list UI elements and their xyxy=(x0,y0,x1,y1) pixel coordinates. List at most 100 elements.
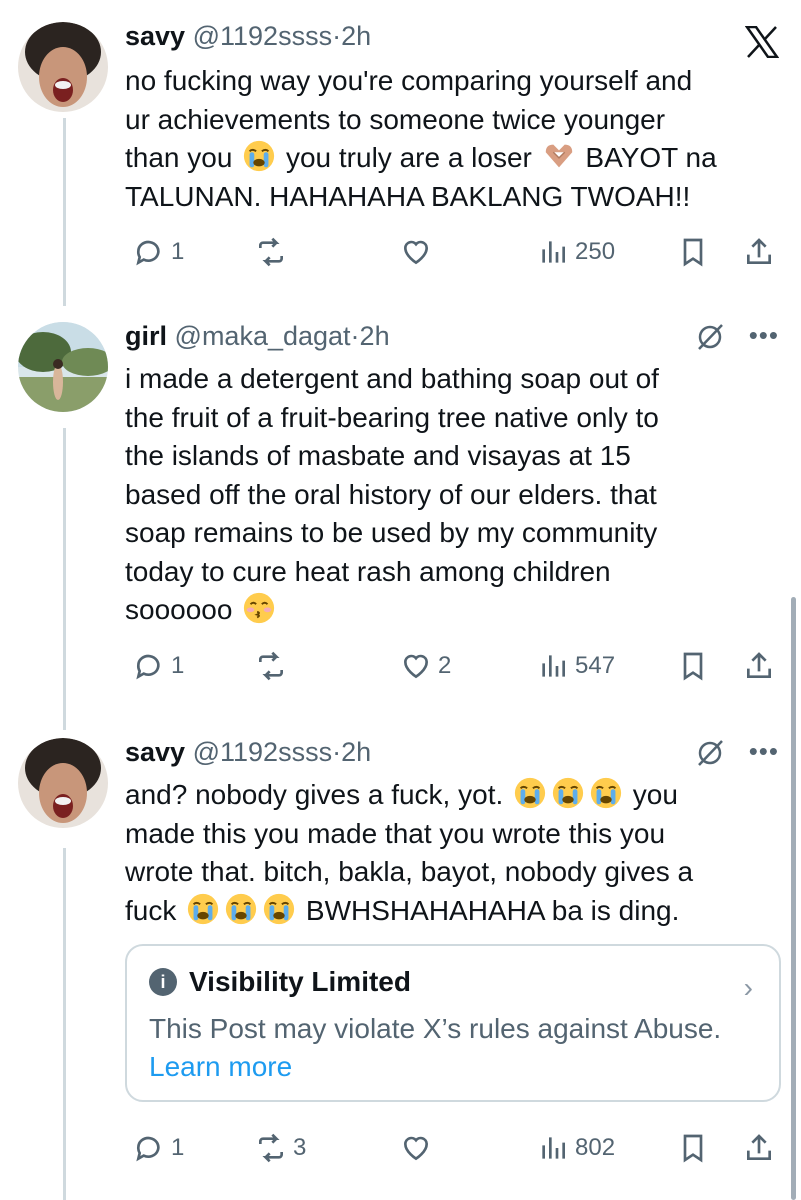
post-text-line: fuck BWHSHAHAHAHA ba is ding. xyxy=(125,892,775,931)
visibility-message: This Post may violate X’s rules against … xyxy=(149,1013,722,1044)
more-options-icon[interactable]: ••• xyxy=(749,736,779,767)
like-button[interactable]: 2 xyxy=(400,650,451,682)
visibility-title: i Visibility Limited xyxy=(149,966,411,998)
reply-button[interactable]: 1 xyxy=(133,1132,184,1164)
post-text-segment: wrote that. bitch, bakla, bayot, nobody … xyxy=(125,856,694,887)
share-icon xyxy=(747,1134,771,1160)
crying-emoji-icon xyxy=(551,776,585,810)
repost-count: 3 xyxy=(293,1134,307,1161)
bookmark-icon xyxy=(683,1134,703,1163)
views-button[interactable]: 802 xyxy=(537,1132,615,1164)
post-text: no fucking way you're comparing yourself… xyxy=(125,62,775,216)
reply-button[interactable]: 1 xyxy=(133,650,184,682)
views-button[interactable]: 547 xyxy=(537,650,615,682)
post-text-segment: made this you made that you wrote this y… xyxy=(125,817,666,849)
display-name[interactable]: girl xyxy=(125,321,167,351)
chevron-right-icon: › xyxy=(743,972,753,1003)
post-text-line: ur achievements to someone twice younger xyxy=(125,101,775,140)
display-name[interactable]: savy xyxy=(125,737,185,767)
repost-icon xyxy=(259,651,283,681)
grok-icon[interactable] xyxy=(695,322,725,357)
repost-icon xyxy=(259,237,283,267)
grok-icon[interactable] xyxy=(695,738,725,773)
reply-icon xyxy=(136,1136,160,1162)
crying-emoji-icon xyxy=(262,892,296,926)
reply-button[interactable]: 1 xyxy=(133,236,184,268)
post-text-segment: based off the oral history of our elders… xyxy=(125,478,657,510)
post[interactable]: savy @1192ssss·2h no fucking way you're … xyxy=(0,18,801,298)
learn-more-link[interactable]: Learn more xyxy=(149,1051,292,1082)
x-logo-icon[interactable] xyxy=(744,25,780,63)
post-text-segment: you truly are a loser xyxy=(278,142,540,173)
post-text-line: no fucking way you're comparing yourself… xyxy=(125,62,775,101)
crying-emoji-icon xyxy=(224,892,258,926)
post[interactable]: girl @maka_dagat·2h ••• i made a deterge… xyxy=(0,318,801,718)
repost-button[interactable] xyxy=(255,236,293,268)
user-handle[interactable]: @maka_dagat xyxy=(175,321,351,351)
views-button[interactable]: 250 xyxy=(537,236,615,268)
views-icon xyxy=(542,1137,565,1159)
post-text-segment: the fruit of a fruit-bearing tree native… xyxy=(125,401,659,433)
share-button[interactable] xyxy=(743,650,775,682)
more-options-icon[interactable]: ••• xyxy=(749,320,779,351)
avatar[interactable] xyxy=(18,738,108,828)
heart-icon xyxy=(403,654,429,679)
like-count: 2 xyxy=(438,652,452,679)
reply-icon xyxy=(136,654,160,680)
visibility-text: This Post may violate X’s rules against … xyxy=(149,1010,749,1086)
avatar[interactable] xyxy=(18,322,108,412)
repost-button[interactable] xyxy=(255,650,293,682)
visibility-limited-notice[interactable]: i Visibility Limited › This Post may vio… xyxy=(125,944,781,1102)
visibility-title-text: Visibility Limited xyxy=(189,966,411,997)
post-text-segment: i made a detergent and bathing soap out … xyxy=(125,363,659,394)
reply-icon xyxy=(136,240,160,266)
bookmark-icon xyxy=(683,238,703,267)
post-text-segment: fuck xyxy=(125,894,185,926)
post-text-segment: the islands of masbate and visayas at 15 xyxy=(125,440,631,471)
avatar[interactable] xyxy=(18,22,108,112)
heart-icon xyxy=(403,240,429,265)
timestamp[interactable]: 2h xyxy=(341,21,371,51)
post-text-segment: you xyxy=(625,779,678,810)
post-actions: 1 3 802 xyxy=(125,1132,785,1172)
separator-dot: · xyxy=(350,321,360,351)
post-text-line: made this you made that you wrote this y… xyxy=(125,815,775,854)
timestamp[interactable]: 2h xyxy=(341,737,371,767)
like-button[interactable] xyxy=(400,236,438,268)
view-count: 250 xyxy=(575,238,616,265)
post-header: savy @1192ssss·2h xyxy=(125,734,371,770)
crying-emoji-icon xyxy=(242,139,276,173)
post[interactable]: savy @1192ssss·2h ••• and? nobody gives … xyxy=(0,734,801,1200)
kissing-emoji-icon xyxy=(242,591,276,625)
share-button[interactable] xyxy=(743,1132,775,1164)
post-header: girl @maka_dagat·2h xyxy=(125,318,390,354)
separator-dot: · xyxy=(332,737,342,767)
post-text-segment: soooooo xyxy=(125,594,241,625)
scrollbar[interactable] xyxy=(791,597,796,1200)
post-text-line: wrote that. bitch, bakla, bayot, nobody … xyxy=(125,853,775,892)
share-button[interactable] xyxy=(743,236,775,268)
repost-icon xyxy=(259,1133,283,1163)
post-text-line: the islands of masbate and visayas at 15 xyxy=(125,437,775,476)
like-button[interactable] xyxy=(400,1132,438,1164)
views-icon xyxy=(542,655,565,677)
post-text-segment: no fucking way you're comparing yourself… xyxy=(125,65,693,96)
post-text-line: soap remains to be used by my community xyxy=(125,514,775,553)
view-count: 547 xyxy=(575,652,616,679)
view-count: 802 xyxy=(575,1134,616,1161)
info-icon: i xyxy=(149,968,177,996)
user-handle[interactable]: @1192ssss xyxy=(193,21,332,51)
bookmark-button[interactable] xyxy=(677,236,709,268)
repost-button[interactable]: 3 xyxy=(255,1132,306,1164)
post-text-line: and? nobody gives a fuck, yot. you xyxy=(125,776,775,815)
post-text: i made a detergent and bathing soap out … xyxy=(125,360,775,630)
post-text-segment: and? nobody gives a fuck, yot. xyxy=(125,779,512,810)
user-handle[interactable]: @1192ssss xyxy=(193,737,332,767)
timestamp[interactable]: 2h xyxy=(360,321,390,351)
display-name[interactable]: savy xyxy=(125,21,185,51)
bookmark-button[interactable] xyxy=(677,1132,709,1164)
bookmark-button[interactable] xyxy=(677,650,709,682)
post-text: and? nobody gives a fuck, yot. you made t… xyxy=(125,776,775,930)
bookmark-icon xyxy=(683,652,703,681)
share-icon xyxy=(747,238,771,264)
